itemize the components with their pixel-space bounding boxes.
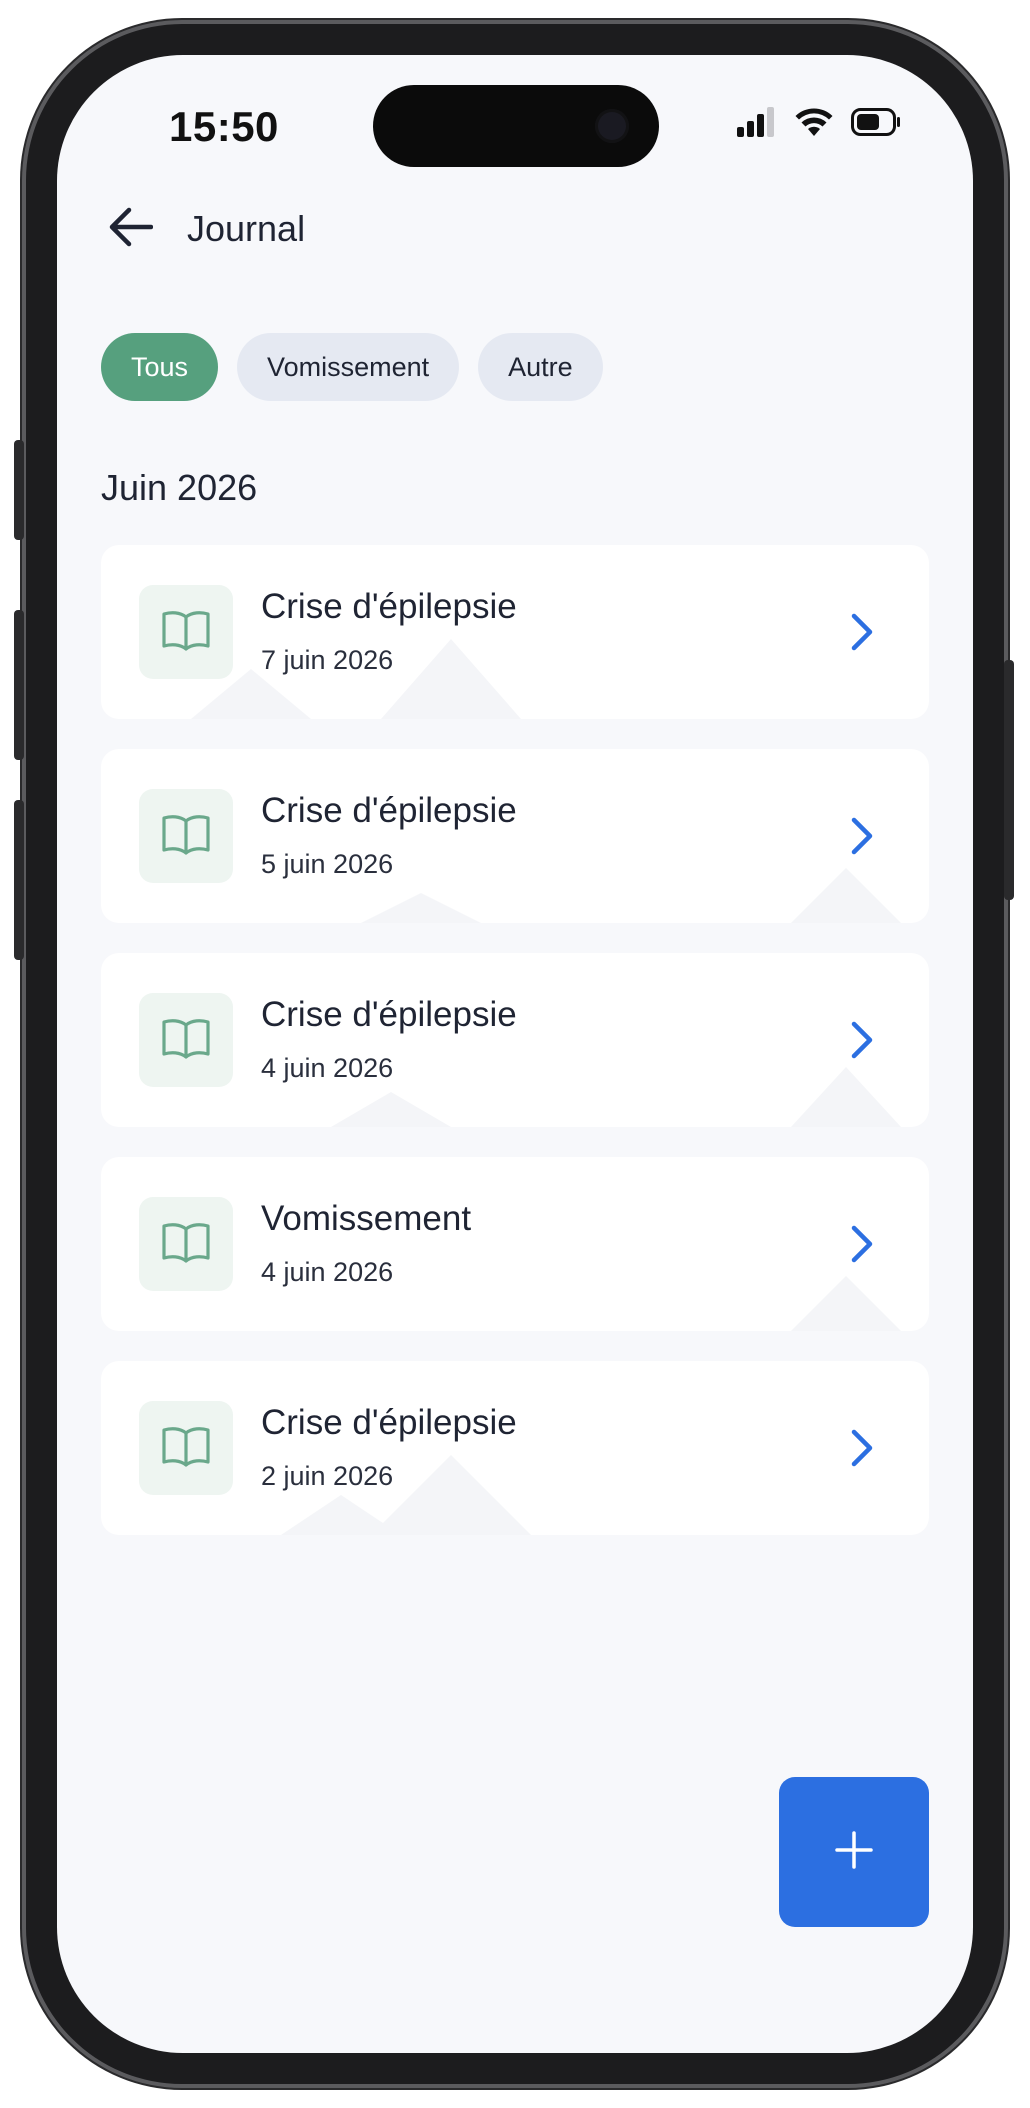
chevron-right-icon — [841, 1019, 883, 1061]
entry-icon-box — [139, 993, 233, 1087]
arrow-left-icon — [109, 207, 154, 252]
chevron-right-icon — [841, 815, 883, 857]
battery-icon — [851, 108, 901, 141]
entry-icon-box — [139, 585, 233, 679]
book-open-icon — [161, 1221, 211, 1268]
entry-title: Crise d'épilepsie — [261, 1403, 517, 1442]
background-decoration — [791, 1276, 901, 1331]
background-decoration — [281, 1495, 401, 1535]
entry-title: Crise d'épilepsie — [261, 791, 517, 830]
front-camera — [595, 109, 629, 143]
entry-title: Vomissement — [261, 1199, 472, 1238]
background-decoration — [331, 1092, 451, 1127]
back-button[interactable] — [105, 203, 157, 255]
chevron-right-icon — [841, 611, 883, 653]
filter-chips: Tous Vomissement Autre — [101, 333, 603, 401]
journal-list: Crise d'épilepsie 7 juin 2026 Crise d'ép… — [101, 545, 929, 1565]
mute-switch — [14, 440, 24, 540]
power-button — [1004, 660, 1014, 900]
book-open-icon — [161, 609, 211, 656]
entry-date: 2 juin 2026 — [261, 1461, 394, 1491]
dynamic-island — [373, 85, 659, 167]
filter-chip-autre[interactable]: Autre — [478, 333, 603, 401]
background-decoration — [791, 868, 901, 923]
chevron-right-icon — [841, 1223, 883, 1265]
entry-date: 4 juin 2026 — [261, 1053, 394, 1083]
header: Journal — [105, 203, 305, 255]
entry-icon-box — [139, 789, 233, 883]
add-entry-button[interactable] — [779, 1777, 929, 1927]
filter-chip-vomissement[interactable]: Vomissement — [237, 333, 460, 401]
plus-icon — [834, 1830, 874, 1875]
book-open-icon — [161, 1425, 211, 1472]
cellular-signal-icon — [737, 107, 777, 142]
journal-entry[interactable]: Crise d'épilepsie 5 juin 2026 — [101, 749, 929, 923]
book-open-icon — [161, 813, 211, 860]
entry-icon-box — [139, 1401, 233, 1495]
entry-title: Crise d'épilepsie — [261, 995, 517, 1034]
screen: 15:50 Journal Tous Vomissement Autre Jui… — [57, 55, 973, 2053]
status-time: 15:50 — [169, 103, 279, 150]
wifi-icon — [795, 107, 833, 142]
entry-date: 4 juin 2026 — [261, 1257, 394, 1287]
journal-entry[interactable]: Crise d'épilepsie 7 juin 2026 — [101, 545, 929, 719]
journal-entry[interactable]: Crise d'épilepsie 4 juin 2026 — [101, 953, 929, 1127]
journal-entry[interactable]: Vomissement 4 juin 2026 — [101, 1157, 929, 1331]
section-title: Juin 2026 — [101, 467, 258, 508]
page-title: Journal — [187, 208, 306, 249]
background-decoration — [381, 639, 521, 719]
chevron-right-icon — [841, 1427, 883, 1469]
status-icons — [737, 107, 901, 142]
entry-date: 7 juin 2026 — [261, 645, 394, 675]
filter-chip-tous[interactable]: Tous — [101, 333, 219, 401]
background-decoration — [791, 1067, 901, 1127]
entry-icon-box — [139, 1197, 233, 1291]
journal-entry[interactable]: Crise d'épilepsie 2 juin 2026 — [101, 1361, 929, 1535]
volume-up-button — [14, 610, 24, 760]
background-decoration — [361, 893, 481, 923]
volume-down-button — [14, 800, 24, 960]
book-open-icon — [161, 1017, 211, 1064]
entry-title: Crise d'épilepsie — [261, 587, 517, 626]
entry-date: 5 juin 2026 — [261, 849, 394, 879]
